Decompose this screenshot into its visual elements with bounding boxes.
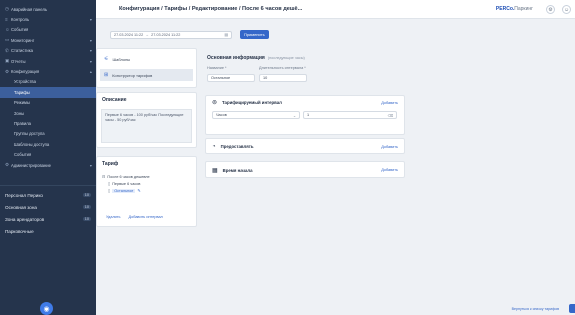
apply-button[interactable]: Применить (240, 30, 269, 39)
chevron-down-icon: ▾ (89, 58, 92, 64)
sidebar-item-monitoring[interactable]: ▭ Мониторинг ▾ (0, 35, 96, 45)
sliders-icon: ⚟ (104, 56, 109, 62)
sidebar-item-configuration[interactable]: ⚙ Конфигурация ▴ (0, 66, 96, 76)
sidebar-subitem-zones[interactable]: Зоны (0, 108, 96, 118)
sidebar-subitem-rules[interactable]: Правила (0, 118, 96, 128)
start-time-card: ▦ Время начала Добавить (205, 161, 405, 178)
sidebar-subitem-modes[interactable]: Режимы (0, 98, 96, 108)
tab-templates[interactable]: ⚟ Шаблоны (100, 53, 193, 65)
tariff-actions: Удалить Добавить интервал (106, 215, 163, 219)
sidebar-zone-main[interactable]: Основная зона 10 (0, 201, 96, 213)
minus-square-icon: ⊟ (102, 174, 106, 179)
sidebar-item-events[interactable]: ☺ События (0, 25, 96, 35)
breadcrumb: Конфигурация / Тарифы / Редактирование /… (119, 6, 303, 12)
chevron-down-icon: ▾ (89, 37, 92, 43)
edit-icon[interactable]: ✎ (137, 188, 140, 193)
clock-icon: ◔ (212, 143, 216, 150)
add-link[interactable]: Добавить (381, 101, 398, 105)
add-link[interactable]: Добавить (381, 145, 398, 149)
description-title: Описание (102, 97, 127, 103)
remove-interval-link[interactable]: Удалить (106, 215, 121, 219)
interval-field[interactable]: 10 (259, 74, 307, 82)
sidebar-subitem-events[interactable]: События (0, 149, 96, 159)
sidebar-item-statistics[interactable]: ✆ Статистика ▾ (0, 46, 96, 56)
mode-tabs-panel: ⚟ Шаблоны ⊞ Конструктор тарифов (96, 48, 197, 88)
sidebar-zone-staff[interactable]: Персонал Перико 10 (0, 189, 96, 201)
count-badge: 10 (82, 217, 91, 222)
top-bar: Конфигурация / Тарифы / Редактирование /… (96, 0, 575, 19)
chevron-down-icon: ▾ (89, 48, 92, 54)
trash-icon[interactable]: ⌫ (388, 113, 393, 118)
back-to-tariffs-link[interactable]: Вернуться к списку тарифов (512, 307, 559, 311)
sidebar-subitem-tariffs[interactable]: Тарифы (0, 87, 96, 98)
count-badge: 10 (82, 205, 91, 210)
unit-select[interactable]: Часов ⌄ (212, 111, 300, 119)
chevron-down-icon: ▾ (89, 162, 92, 168)
calendar-icon: ▦ (212, 167, 218, 174)
section-title: Основная информация (последующие часы) (207, 55, 305, 61)
app-window: ◷ Аварийная панель ≡ Контроль ▾ ☺ События ▭ М… (0, 0, 575, 315)
brand-logo: PERCo.Паркинг (495, 6, 533, 12)
toolbar: 27.03.2024 11:22 → 27.03.2024 11:22 ▦ Пр… (96, 30, 269, 39)
file-icon: ▯ (108, 181, 111, 186)
provide-card: ◔ Предоставлять Добавить (205, 138, 405, 154)
sidebar-zone-tenants[interactable]: Зона арендаторов 10 (0, 213, 96, 225)
tariff-panel: Тариф ⊟ После 6 часов дешевле ▯ Первые 6 ч… (96, 156, 197, 227)
add-link[interactable]: Добавить (381, 168, 398, 172)
sidebar-zone-parking[interactable]: Парковочные (0, 225, 96, 237)
date-range-input[interactable]: 27.03.2024 11:22 → 27.03.2024 11:22 ▦ (110, 30, 232, 39)
rate-input[interactable]: 1 ⌫ (303, 111, 397, 119)
interval-label: Длительность интервала * (259, 66, 306, 70)
chevron-up-icon: ▴ (89, 69, 92, 75)
chevron-down-icon: ⌄ (292, 113, 296, 118)
charged-interval-card: ⊚ Тарифицируемый интервал Добавить Часов ⌄ … (205, 95, 405, 135)
name-field[interactable]: Остальное (207, 74, 255, 82)
settings-icon[interactable]: ⚙ (546, 5, 555, 14)
sidebar-item-administration[interactable]: ⚙ Администрирование ▾ (0, 160, 96, 170)
sidebar-item-dashboard[interactable]: ◷ Аварийная панель (0, 4, 96, 14)
chevron-down-icon: ▾ (89, 17, 92, 23)
file-icon: ▯ (108, 188, 111, 193)
sidebar-divider (0, 185, 96, 187)
sidebar-item-reports[interactable]: ▣ Отчеты ▾ (0, 56, 96, 66)
calendar-icon[interactable]: ▦ (224, 32, 228, 37)
sidebar: ◷ Аварийная панель ≡ Контроль ▾ ☺ События ▭ М… (0, 0, 96, 315)
grid-icon: ⊞ (104, 72, 109, 78)
tab-tariff-builder[interactable]: ⊞ Конструктор тарифов (100, 69, 193, 81)
save-button[interactable] (569, 304, 575, 313)
tariff-tree: ⊟ После 6 часов дешевле ▯ Первые 6 часов ▯… (102, 173, 196, 194)
description-panel: Описание Первые 6 часов - 100 руб/час По… (96, 92, 197, 148)
tree-node-first[interactable]: ▯ Первые 6 часов (102, 180, 196, 187)
user-icon[interactable]: ☺ (562, 5, 571, 14)
app-logo-icon[interactable]: ◉ (40, 302, 53, 315)
description-textarea[interactable]: Первые 6 часов - 100 руб/час Последующие… (101, 109, 192, 143)
count-badge: 10 (82, 193, 91, 198)
coin-icon: ⊚ (212, 100, 218, 106)
tariff-title: Тариф (102, 161, 119, 167)
sidebar-subitem-access-templates[interactable]: Шаблоны доступа (0, 139, 96, 149)
tree-node-rest[interactable]: ▯ Остальное ✎ (102, 187, 196, 194)
sidebar-subitem-devices[interactable]: Устройства (0, 77, 96, 87)
arrow-right-icon: → (145, 32, 150, 37)
name-label: Название * (207, 66, 227, 70)
sidebar-subitem-access-groups[interactable]: Группы доступа (0, 129, 96, 139)
tree-node-root[interactable]: ⊟ После 6 часов дешевле (102, 173, 196, 180)
add-interval-link[interactable]: Добавить интервал (129, 215, 163, 219)
sidebar-item-control[interactable]: ≡ Контроль ▾ (0, 14, 96, 24)
